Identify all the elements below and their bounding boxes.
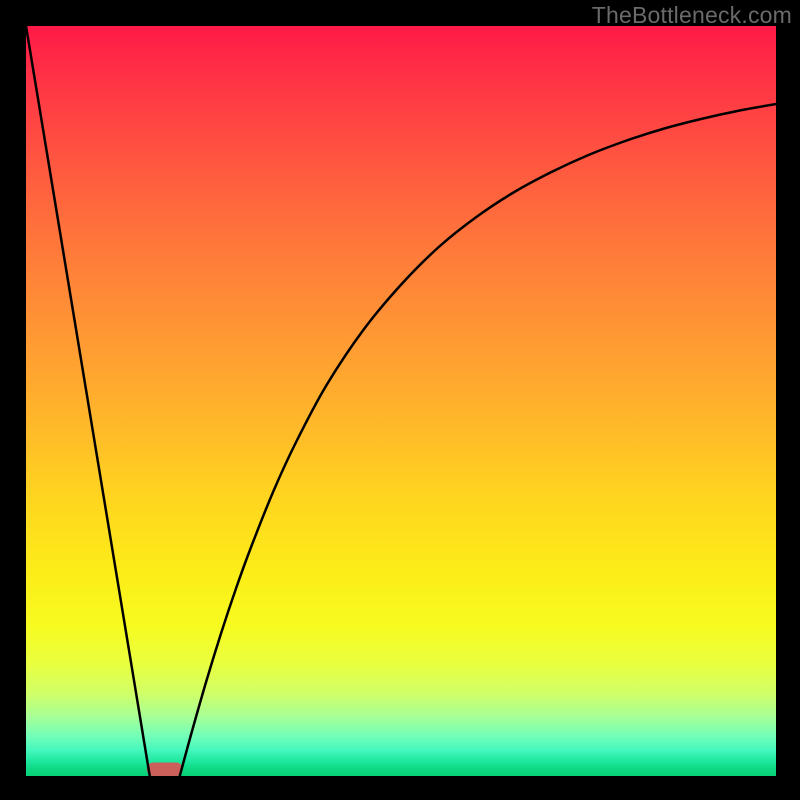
series-right-curve (180, 104, 776, 776)
plot-area (26, 26, 776, 776)
watermark-text: TheBottleneck.com (592, 2, 792, 29)
series-left-segment (26, 26, 150, 776)
chart-svg (26, 26, 776, 776)
bottom-marker (147, 763, 183, 777)
chart-frame: TheBottleneck.com (0, 0, 800, 800)
